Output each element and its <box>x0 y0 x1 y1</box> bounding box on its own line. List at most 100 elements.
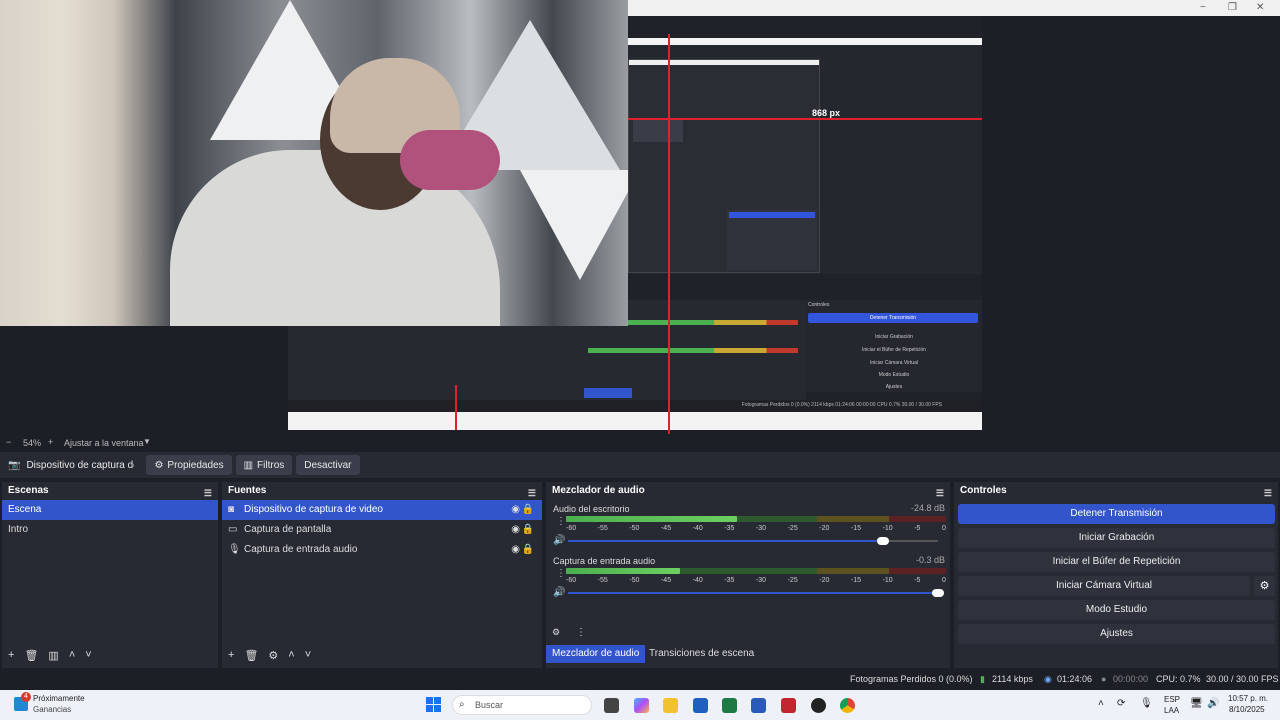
source-item[interactable]: ▭ Captura de pantalla ◉ 🔒 <box>222 520 542 540</box>
studio-mode-button[interactable]: Modo Estudio <box>958 600 1275 620</box>
store-icon[interactable] <box>693 698 708 713</box>
source-name-label: 📷 Dispositivo de captura de v <box>8 459 134 471</box>
lock-icon[interactable]: 🔒 <box>522 540 534 560</box>
filters-button[interactable]: ▥ Filtros <box>235 455 293 475</box>
scene-item[interactable]: Intro <box>2 520 218 540</box>
copilot-icon[interactable] <box>634 698 649 713</box>
filter-icon[interactable]: ▥ <box>48 649 58 662</box>
move-up-icon[interactable]: ˄ <box>69 649 75 662</box>
gear-icon[interactable]: ⚙ <box>268 649 278 662</box>
zoom-out-button[interactable]: − <box>6 437 11 447</box>
tick-label: -35 <box>724 525 735 532</box>
tab-audio-mixer[interactable]: Mezclador de audio <box>546 645 646 663</box>
volume-slider-knob[interactable] <box>932 589 944 597</box>
channel-options-icon[interactable]: ⋮ <box>556 516 566 527</box>
file-explorer-icon[interactable] <box>663 698 678 713</box>
source-item[interactable]: ◙ Dispositivo de captura de video ◉ 🔒 <box>222 500 542 520</box>
language-line2[interactable]: LAA <box>1164 706 1179 715</box>
signal-icon: ▮ <box>980 674 985 684</box>
nested-control-item: Iniciar Cámara Virtual <box>870 360 918 366</box>
taskbar-search-box[interactable]: ⌕ Buscar <box>452 695 592 715</box>
task-view-icon[interactable] <box>604 698 619 713</box>
clock-date[interactable]: 8/10/2025 <box>1229 705 1265 714</box>
stop-stream-button[interactable]: Detener Transmisión <box>958 504 1275 524</box>
channel-options-icon[interactable]: ⋮ <box>556 568 566 579</box>
close-icon[interactable]: ✕ <box>1256 2 1264 13</box>
dock-menu-icon[interactable]: ☰ <box>936 484 944 502</box>
start-recording-button[interactable]: Iniciar Grabación <box>958 528 1275 548</box>
alignment-guide-vertical <box>668 34 670 434</box>
tick-label: -45 <box>660 525 672 532</box>
tick-label: -50 <box>629 525 640 532</box>
restore-icon[interactable]: ❐ <box>1228 2 1237 13</box>
sync-icon[interactable]: ⟳ <box>1117 698 1125 709</box>
excel-icon[interactable] <box>722 698 737 713</box>
add-icon[interactable]: + <box>8 649 14 662</box>
source-item[interactable]: 🎙 Captura de entrada audio ◉ 🔒 <box>222 540 542 560</box>
dropped-frames: Fotogramas Perdidos 0 (0.0%) <box>850 674 973 684</box>
obs-icon[interactable] <box>811 698 826 713</box>
deactivate-button[interactable]: Desactivar <box>296 455 360 475</box>
trash-icon[interactable]: 🗑 <box>24 649 38 662</box>
settings-button[interactable]: Ajustes <box>958 624 1275 644</box>
zoom-in-button[interactable]: + <box>48 437 53 447</box>
tab-scene-transitions[interactable]: Transiciones de escena <box>643 645 760 663</box>
volume-icon[interactable]: 🔊 <box>1207 698 1219 709</box>
widget-subtitle[interactable]: Ganancias <box>33 705 71 714</box>
more-options-icon[interactable]: ⋮ <box>576 627 586 638</box>
tick-label: -10 <box>882 577 893 584</box>
preview-canvas-area[interactable]: − ❐ ✕ Controles Iniciar Grabación Inicia… <box>0 0 1280 435</box>
move-up-icon[interactable]: ˄ <box>288 649 294 662</box>
dock-menu-icon[interactable]: ☰ <box>1264 484 1272 502</box>
chrome-icon[interactable] <box>840 698 855 713</box>
move-down-icon[interactable]: ˅ <box>85 649 91 662</box>
trash-icon[interactable]: 🗑 <box>244 649 258 662</box>
camera-icon: ◙ <box>228 504 235 515</box>
clock-time[interactable]: 10:57 p. m. <box>1228 694 1268 703</box>
add-icon[interactable]: + <box>228 649 234 662</box>
virtual-camera-button[interactable]: Iniciar Cámara Virtual <box>958 576 1250 596</box>
webcam-feed <box>0 0 628 326</box>
volume-slider-knob[interactable] <box>876 537 889 545</box>
speaker-icon[interactable]: 🔊 <box>553 535 565 546</box>
move-down-icon[interactable]: ˅ <box>305 649 311 662</box>
fit-dropdown-icon[interactable]: ▼ <box>143 437 151 446</box>
tick-label: -35 <box>724 577 735 584</box>
record-time: 00:00:00 <box>1113 674 1149 684</box>
nested-preview-window <box>628 59 820 273</box>
advanced-audio-icon[interactable]: ⚙ <box>552 627 560 638</box>
stream-time: 01:24:06 <box>1057 674 1093 684</box>
nested-controls-title: Controles <box>808 302 830 308</box>
filter-icon: ▥ <box>243 459 254 471</box>
eye-icon[interactable]: ◉ <box>511 500 520 520</box>
search-icon: ⌕ <box>459 699 465 710</box>
network-icon[interactable]: 🖥 <box>1190 698 1203 709</box>
chevron-up-icon[interactable]: ˄ <box>1098 698 1104 709</box>
lock-icon[interactable]: 🔒 <box>522 520 534 540</box>
channel-db: -24.8 dB <box>910 503 945 513</box>
tick-label: -60 <box>566 577 577 584</box>
channel-name: Captura de entrada audio <box>553 556 656 566</box>
lock-icon[interactable]: 🔒 <box>522 500 534 520</box>
properties-button[interactable]: ⚙ Propiedades <box>146 455 232 475</box>
cpu-usage: CPU: 0.7% <box>1156 674 1201 684</box>
word-icon[interactable] <box>751 698 766 713</box>
tick-label: -10 <box>882 525 893 532</box>
eye-icon[interactable]: ◉ <box>511 540 520 560</box>
replay-buffer-button[interactable]: Iniciar el Búfer de Repetición <box>958 552 1275 572</box>
speaker-icon[interactable]: 🔊 <box>553 587 565 598</box>
projector-title-bar: − ❐ ✕ <box>628 0 1280 16</box>
virtual-camera-settings-icon[interactable]: ⚙ <box>1254 576 1275 596</box>
meter-level <box>566 568 680 574</box>
windows-start-icon[interactable] <box>426 697 441 712</box>
alignment-guide-vertical-bottom <box>455 385 457 430</box>
eye-icon[interactable]: ◉ <box>511 520 520 540</box>
scene-item[interactable]: Escena <box>2 500 218 520</box>
language-line1[interactable]: ESP <box>1164 695 1180 704</box>
scenes-title: Escenas ☰ <box>2 482 218 500</box>
nested-taskbar <box>288 412 982 430</box>
minimize-icon[interactable]: − <box>1200 2 1206 13</box>
widget-title[interactable]: Próximamente <box>33 694 85 703</box>
pdf-icon[interactable] <box>781 698 796 713</box>
microphone-tray-icon[interactable]: 🎙 <box>1140 698 1153 709</box>
